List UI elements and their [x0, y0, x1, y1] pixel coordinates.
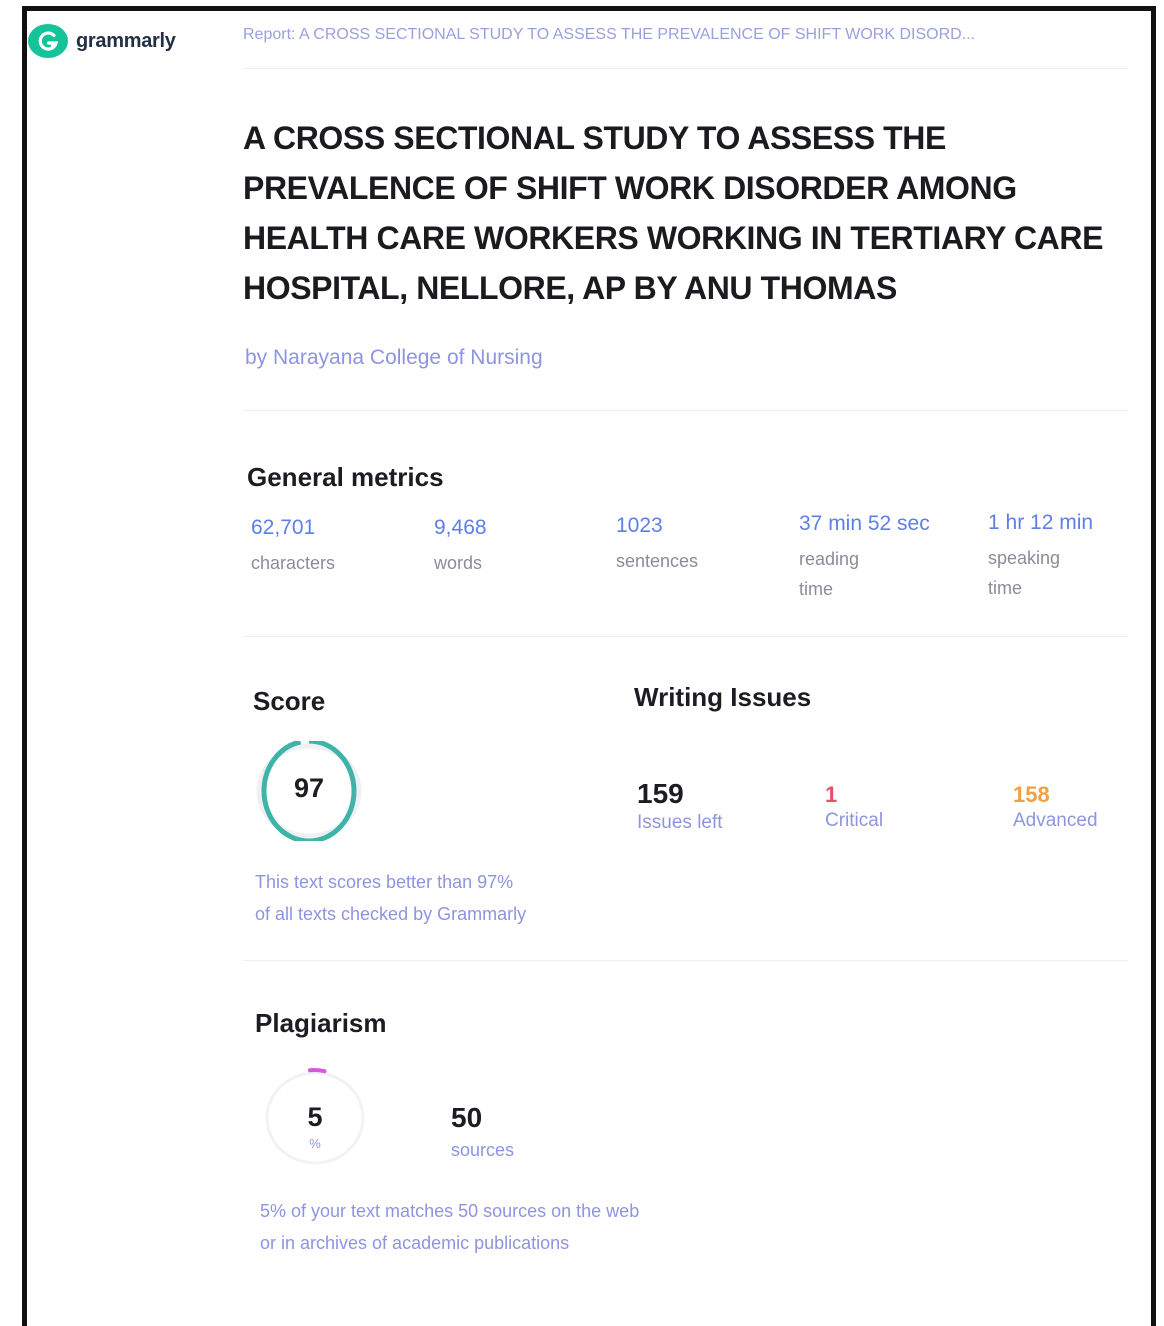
score-value: 97 [293, 773, 325, 803]
metric-speaking-time: 1 hr 12 min speaking time [988, 511, 1128, 603]
grammarly-g-icon [28, 24, 68, 58]
plagiarism-unit: % [309, 1136, 321, 1151]
score-description-line: of all texts checked by Grammarly [255, 904, 527, 924]
plagiarism-title: Plagiarism [255, 1008, 387, 1038]
issues-advanced[interactable]: 158 Advanced [1013, 778, 1098, 832]
header-divider [243, 68, 1128, 69]
metric-label: sentences [616, 551, 699, 571]
metric-value: 1023 [616, 514, 663, 537]
metric-value: 9,468 [434, 516, 487, 539]
metric-sentences: 1023 sentences [616, 514, 776, 576]
report-header-title: Report: A CROSS SECTIONAL STUDY TO ASSES… [243, 26, 976, 43]
metric-label: speaking time [988, 548, 1061, 598]
metric-label: characters [251, 553, 336, 573]
general-metrics-title: General metrics [247, 462, 444, 492]
document-author: by Narayana College of Nursing [245, 346, 543, 369]
metric-words: 9,468 words [434, 516, 594, 578]
advanced-issues-label: Advanced [1013, 810, 1098, 831]
brand-name: grammarly [76, 29, 176, 52]
grammarly-logo[interactable]: grammarly [28, 24, 176, 58]
metric-label: words [434, 553, 483, 573]
metric-value: 62,701 [251, 516, 316, 539]
metrics-divider [243, 636, 1128, 637]
issues-left-label: Issues left [637, 812, 723, 833]
issues-left-value: 159 [637, 778, 684, 809]
document-title: A CROSS SECTIONAL STUDY TO ASSESS THE PR… [243, 120, 1104, 306]
plagiarism-description: 5% of your text matches 50 sources on th… [260, 1195, 780, 1259]
plagiarism-value: 5 [307, 1102, 323, 1132]
issues-critical[interactable]: 1 Critical [825, 778, 883, 832]
sources-label: sources [451, 1140, 515, 1160]
critical-issues-value: 1 [825, 782, 838, 807]
advanced-issues-value: 158 [1013, 782, 1050, 807]
issues-left[interactable]: 159 Issues left [637, 778, 723, 834]
metric-value: 1 hr 12 min [988, 511, 1094, 534]
writing-issues-title: Writing Issues [634, 682, 812, 712]
plagiarism-description-line: 5% of your text matches 50 sources on th… [260, 1201, 640, 1221]
sources-value[interactable]: 50 [451, 1102, 482, 1134]
score-title: Score [253, 686, 326, 716]
plagiarism-description-line: or in archives of academic publications [260, 1233, 570, 1253]
metric-value: 37 min 52 sec [799, 512, 930, 535]
title-divider [243, 410, 1128, 411]
score-description: This text scores better than 97% of all … [255, 866, 635, 930]
critical-issues-label: Critical [825, 810, 884, 831]
metric-label: reading time [799, 549, 860, 599]
metric-characters: 62,701 characters [251, 516, 411, 578]
score-description-line: This text scores better than 97% [255, 872, 514, 892]
score-divider [243, 960, 1128, 961]
metric-reading-time: 37 min 52 sec reading time [799, 512, 964, 604]
